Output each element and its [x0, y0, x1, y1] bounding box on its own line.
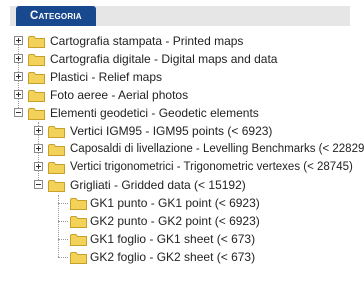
tree-node-label[interactable]: Vertici IGM95 - IGM95 points (< 6923) [70, 122, 272, 140]
tree-node-label[interactable]: Elementi geodetici - Geodetic elements [50, 104, 259, 122]
expand-toggle-icon[interactable] [14, 72, 23, 81]
tree-node-label[interactable]: GK2 punto - GK2 point (< 6923) [90, 212, 260, 230]
folder-icon [48, 144, 65, 156]
tree-node-label[interactable]: GK1 foglio - GK1 sheet (< 673) [90, 230, 255, 248]
folder-open-icon [28, 108, 45, 120]
tree-node-aerial-photos[interactable]: Foto aeree - Aerial photos [14, 86, 354, 104]
tree-node-label[interactable]: Cartografia stampata - Printed maps [50, 32, 243, 50]
tree-connector [58, 239, 68, 240]
category-tree: Cartografia stampata - Printed maps Cart… [0, 0, 364, 301]
tree-node-label[interactable]: GK1 punto - GK1 point (< 6923) [90, 194, 260, 212]
folder-icon [28, 54, 45, 66]
expand-toggle-icon[interactable] [34, 162, 43, 171]
folder-icon [70, 198, 87, 210]
tree-leaf-gk2-point[interactable]: GK2 punto - GK2 point (< 6923) [68, 212, 354, 230]
tree-node-label[interactable]: Foto aeree - Aerial photos [50, 86, 188, 104]
expand-toggle-icon[interactable] [34, 144, 43, 153]
tree-connector [58, 195, 59, 257]
tree-node-gridded-data[interactable]: Grigliati - Gridded data (< 15192) [34, 176, 354, 194]
tree-leaf-gk1-point[interactable]: GK1 punto - GK1 point (< 6923) [68, 194, 354, 212]
folder-icon [28, 72, 45, 84]
folder-icon [48, 126, 65, 138]
expand-toggle-icon[interactable] [14, 36, 23, 45]
tree-node-relief-maps[interactable]: Plastici - Relief maps [14, 68, 354, 86]
folder-icon [28, 90, 45, 102]
tree-node-label[interactable]: Plastici - Relief maps [50, 68, 162, 86]
expand-toggle-icon[interactable] [14, 90, 23, 99]
expand-toggle-icon[interactable] [14, 54, 23, 63]
folder-icon [70, 216, 87, 228]
folder-icon [28, 36, 45, 48]
tree-node-label[interactable]: Vertici trigonometrici - Trigonometric v… [70, 158, 353, 176]
folder-open-icon [48, 180, 65, 192]
tree-node-label[interactable]: Cartografia digitale - Digital maps and … [50, 50, 277, 68]
expand-toggle-icon[interactable] [34, 126, 43, 135]
tree-node-label[interactable]: Grigliati - Gridded data (< 15192) [70, 176, 246, 194]
tree-node-igm95-points[interactable]: Vertici IGM95 - IGM95 points (< 6923) [34, 122, 354, 140]
tree-leaf-gk1-sheet[interactable]: GK1 foglio - GK1 sheet (< 673) [68, 230, 354, 248]
tree-node-levelling-benchmarks[interactable]: Caposaldi di livellazione - Levelling Be… [34, 140, 364, 158]
tree-node-trigonometric-vertexes[interactable]: Vertici trigonometrici - Trigonometric v… [34, 158, 354, 176]
folder-icon [70, 234, 87, 246]
folder-icon [70, 252, 87, 264]
tree-connector [58, 203, 68, 204]
collapse-toggle-icon[interactable] [14, 108, 23, 117]
tree-leaf-gk2-sheet[interactable]: GK2 foglio - GK2 sheet (< 673) [68, 248, 354, 266]
tree-node-label[interactable]: Caposaldi di livellazione - Levelling Be… [70, 140, 364, 158]
tree-node-printed-maps[interactable]: Cartografia stampata - Printed maps [14, 32, 354, 50]
tree-connector [58, 221, 68, 222]
tree-connector [58, 257, 68, 258]
tree-node-label[interactable]: GK2 foglio - GK2 sheet (< 673) [90, 248, 255, 266]
tree-node-digital-maps[interactable]: Cartografia digitale - Digital maps and … [14, 50, 354, 68]
category-panel: Categoria Cartografia stampata - Printed… [0, 0, 364, 301]
tree-node-geodetic-elements[interactable]: Elementi geodetici - Geodetic elements [14, 104, 354, 122]
folder-icon [48, 162, 65, 174]
collapse-toggle-icon[interactable] [34, 180, 43, 189]
